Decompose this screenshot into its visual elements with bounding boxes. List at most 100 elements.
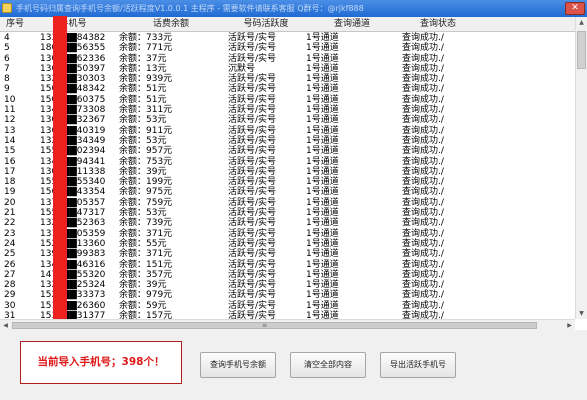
- cell-index: 14: [4, 135, 16, 146]
- column-header-balance[interactable]: 话费余额: [116, 17, 226, 32]
- cell-channel: 1号通道: [306, 300, 339, 311]
- table-row[interactable]: 20 1379▇▇05357 余额：759元 活跃号/实号 1号通道 查询成功./: [0, 198, 575, 208]
- cell-phone: 1807▇▇56355: [40, 43, 106, 54]
- close-button[interactable]: ✕: [565, 2, 585, 15]
- table-row[interactable]: 19 1564▇▇43354 余额：975元 活跃号/实号 1号通道 查询成功./: [0, 187, 575, 197]
- cell-channel: 1号通道: [306, 135, 339, 146]
- cell-balance: 余额：13元: [119, 63, 167, 74]
- clear-all-button[interactable]: 清空全部内容: [290, 352, 366, 378]
- scroll-down-icon[interactable]: ▼: [576, 308, 587, 319]
- cell-index: 31: [4, 311, 16, 319]
- vertical-scrollbar[interactable]: ▲ ▼: [575, 17, 587, 319]
- cell-index: 22: [4, 218, 16, 229]
- cell-index: 10: [4, 94, 16, 105]
- horizontal-scrollbar[interactable]: ◀ ≡ ▶: [0, 319, 575, 330]
- table-row[interactable]: 10 1504▇▇60375 余额：51元 活跃号/实号 1号通道 查询成功./: [0, 95, 575, 105]
- table-row[interactable]: 18 1557▇▇55340 余额：199元 活跃号/实号 1号通道 查询成功./: [0, 177, 575, 187]
- cell-status: 查询成功./: [402, 238, 444, 249]
- cell-balance: 余额：753元: [119, 156, 173, 167]
- cell-status: 查询成功./: [402, 115, 444, 126]
- cell-status: 查询成功./: [402, 177, 444, 188]
- cell-phone: 1341▇▇46316: [40, 259, 106, 270]
- table-row[interactable]: 17 1309▇▇11338 余额：39元 活跃号/实号 1号通道 查询成功./: [0, 167, 575, 177]
- table-body: 4 1331▇▇84382 余额：733元 活跃号/实号 1号通道 查询成功./5 1807…: [0, 33, 575, 319]
- cell-activity: 活跃号/实号: [228, 249, 277, 260]
- cell-balance: 余额：371元: [119, 249, 173, 260]
- cell-phone: 1471▇▇55320: [40, 269, 106, 280]
- table-row[interactable]: 5 1807▇▇56355 余额：771元 活跃号/实号 1号通道 查询成功./: [0, 43, 575, 53]
- table-row[interactable]: 31 1537▇▇31377 余额：157元 活跃号/实号 1号通道 查询成功./: [0, 311, 575, 319]
- table-row[interactable]: 12 1309▇▇32367 余额：53元 活跃号/实号 1号通道 查询成功./: [0, 115, 575, 125]
- column-header-index[interactable]: 序号: [0, 17, 30, 32]
- cell-activity: 活跃号/实号: [228, 125, 277, 136]
- cell-phone: 1520▇▇33373: [40, 290, 106, 301]
- table-row[interactable]: 26 1341▇▇46316 余额：151元 活跃号/实号 1号通道 查询成功./: [0, 260, 575, 270]
- cell-index: 17: [4, 166, 16, 177]
- column-header-status[interactable]: 查询状态: [398, 17, 478, 32]
- cell-activity: 活跃号/实号: [228, 208, 277, 219]
- cell-balance: 余额：55元: [119, 238, 167, 249]
- table-row[interactable]: 4 1331▇▇84382 余额：733元 活跃号/实号 1号通道 查询成功./: [0, 33, 575, 43]
- cell-balance: 余额：759元: [119, 197, 173, 208]
- cell-index: 4: [4, 33, 10, 43]
- export-active-button[interactable]: 导出活跃手机号: [380, 352, 456, 378]
- cell-index: 13: [4, 125, 16, 136]
- table-row[interactable]: 13 1361▇▇40319 余额：911元 活跃号/实号 1号通道 查询成功./: [0, 126, 575, 136]
- column-header-phone[interactable]: 手机号: [30, 17, 116, 32]
- cell-balance: 余额：357元: [119, 269, 173, 280]
- cell-balance: 余额：733元: [119, 33, 173, 43]
- table-row[interactable]: 6 1303▇▇62336 余额：37元 活跃号/实号 1号通道 查询成功./: [0, 54, 575, 64]
- table-row[interactable]: 23 1319▇▇05359 余额：371元 活跃号/实号 1号通道 查询成功./: [0, 229, 575, 239]
- table-row[interactable]: 7 1364▇▇50397 余额：13元 沉默号 1号通道 查询成功./: [0, 64, 575, 74]
- cell-channel: 1号通道: [306, 105, 339, 116]
- query-balance-button[interactable]: 查询手机号余额: [200, 352, 276, 378]
- cell-channel: 1号通道: [306, 249, 339, 260]
- cell-channel: 1号通道: [306, 115, 339, 126]
- column-header-activity[interactable]: 号码活跃度: [226, 17, 306, 32]
- cell-channel: 1号通道: [306, 280, 339, 291]
- cell-activity: 活跃号/实号: [228, 197, 277, 208]
- table-row[interactable]: 30 1517▇▇26360 余额：59元 活跃号/实号 1号通道 查询成功./: [0, 301, 575, 311]
- table-row[interactable]: 22 1328▇▇52363 余额：739元 活跃号/实号 1号通道 查询成功./: [0, 218, 575, 228]
- column-header-channel[interactable]: 查询通道: [306, 17, 398, 32]
- table-row[interactable]: 27 1471▇▇55320 余额：357元 活跃号/实号 1号通道 查询成功./: [0, 270, 575, 280]
- cell-status: 查询成功./: [402, 125, 444, 136]
- table-row[interactable]: 11 1341▇▇73308 余额：311元 活跃号/实号 1号通道 查询成功./: [0, 105, 575, 115]
- table-row[interactable]: 9 1507▇▇48342 余额：51元 活跃号/实号 1号通道 查询成功./: [0, 84, 575, 94]
- cell-phone: 1303▇▇62336: [40, 53, 106, 64]
- table-row[interactable]: 16 1342▇▇94341 余额：753元 活跃号/实号 1号通道 查询成功./: [0, 157, 575, 167]
- window-title: 手机号码归属查询手机号余额/活跃程度V1.0.0.1 主程序 - 需要软件请联系…: [16, 4, 364, 13]
- table-row[interactable]: 28 1329▇▇25324 余额：39元 活跃号/实号 1号通道 查询成功./: [0, 280, 575, 290]
- table-row[interactable]: 24 1520▇▇13360 余额：55元 活跃号/实号 1号通道 查询成功./: [0, 239, 575, 249]
- cell-index: 8: [4, 74, 10, 85]
- cell-balance: 余额：157元: [119, 311, 173, 319]
- cell-status: 查询成功./: [402, 94, 444, 105]
- cell-balance: 余额：53元: [119, 208, 167, 219]
- cell-channel: 1号通道: [306, 94, 339, 105]
- table-row[interactable]: 21 1550▇▇47317 余额：53元 活跃号/实号 1号通道 查询成功./: [0, 208, 575, 218]
- cell-phone: 1520▇▇13360: [40, 238, 106, 249]
- vertical-scroll-thumb[interactable]: [577, 31, 586, 69]
- cell-balance: 余额：739元: [119, 218, 173, 229]
- cell-phone: 1309▇▇32367: [40, 115, 106, 126]
- cell-index: 11: [4, 105, 16, 116]
- cell-phone: 1328▇▇52363: [40, 218, 106, 229]
- cell-index: 29: [4, 290, 16, 301]
- table-row[interactable]: 8 1324▇▇30303 余额：939元 活跃号/实号 1号通道 查询成功./: [0, 74, 575, 84]
- cell-balance: 余额：979元: [119, 290, 173, 301]
- cell-channel: 1号通道: [306, 269, 339, 280]
- table-row[interactable]: 29 1520▇▇33373 余额：979元 活跃号/实号 1号通道 查询成功./: [0, 290, 575, 300]
- cell-index: 16: [4, 156, 16, 167]
- scroll-up-icon[interactable]: ▲: [576, 17, 587, 28]
- table-row[interactable]: 25 1398▇▇99383 余额：371元 活跃号/实号 1号通道 查询成功./: [0, 249, 575, 259]
- table-row[interactable]: 14 1324▇▇34349 余额：53元 活跃号/实号 1号通道 查询成功./: [0, 136, 575, 146]
- cell-activity: 活跃号/实号: [228, 238, 277, 249]
- cell-phone: 1551▇▇02394: [40, 146, 106, 157]
- horizontal-scroll-thumb[interactable]: [12, 322, 537, 329]
- cell-channel: 1号通道: [306, 156, 339, 167]
- cell-status: 查询成功./: [402, 269, 444, 280]
- cell-index: 27: [4, 269, 16, 280]
- table-row[interactable]: 15 1551▇▇02394 余额：957元 活跃号/实号 1号通道 查询成功./: [0, 146, 575, 156]
- cell-phone: 1557▇▇55340: [40, 177, 106, 188]
- cell-phone: 1364▇▇50397: [40, 63, 106, 74]
